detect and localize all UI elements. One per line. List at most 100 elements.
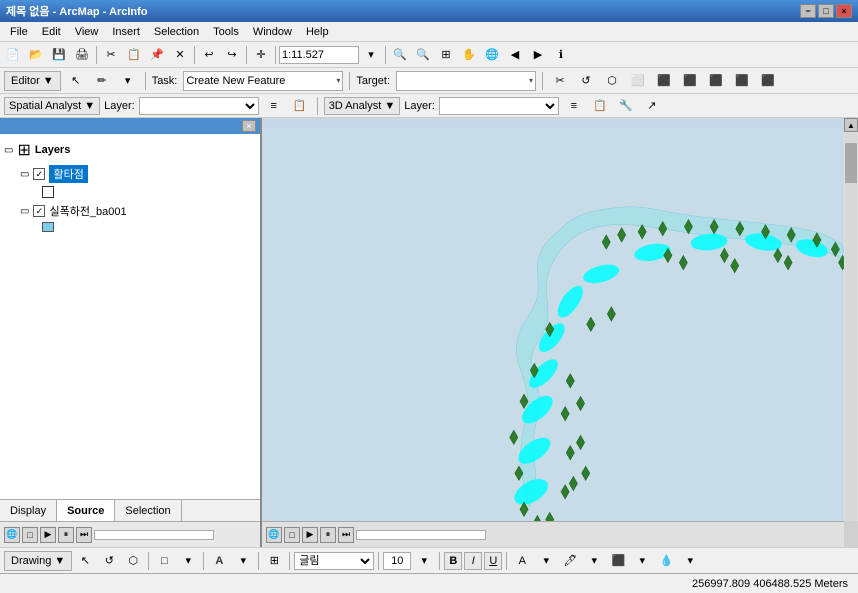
3d-analyst-btn2[interactable]: 📋 (589, 95, 611, 117)
scale-dropdown[interactable]: ▾ (360, 44, 382, 66)
spatial-analyst-button[interactable]: Spatial Analyst ▼ (4, 97, 100, 115)
edit-tool-dropdown[interactable]: ▾ (117, 70, 139, 92)
play-btn[interactable]: ▶ (40, 527, 56, 543)
task-dropdown[interactable]: Create New Feature ▾ (183, 71, 343, 91)
scroll-up-btn[interactable]: ▲ (844, 118, 858, 132)
copy-button[interactable]: 📋 (123, 44, 145, 66)
layer1-collapse-icon[interactable]: ▭ (20, 169, 29, 180)
undo-button[interactable]: ↩ (198, 44, 220, 66)
menu-edit[interactable]: Edit (36, 25, 67, 39)
play-nav-btn[interactable]: ▶ (302, 527, 318, 543)
globe-nav-btn[interactable]: 🌐 (266, 527, 282, 543)
globe-mini-btn[interactable]: 🌐 (4, 527, 20, 543)
layers-collapse-icon[interactable]: ▭ (4, 145, 13, 156)
toc-tab-selection[interactable]: Selection (115, 500, 181, 521)
target-dropdown[interactable]: ▾ (396, 71, 536, 91)
3d-analyst-btn1[interactable]: ≡ (563, 95, 585, 117)
menu-selection[interactable]: Selection (148, 25, 205, 39)
edit-btn4[interactable]: ⬜ (627, 70, 649, 92)
font-color-btn[interactable]: A (511, 550, 533, 572)
rect-draw-arrow[interactable]: ▾ (177, 550, 199, 572)
print-button[interactable]: 🖨 (71, 44, 93, 66)
zoom-out-button[interactable]: 🔍 (412, 44, 434, 66)
layer1-name[interactable]: 활타점 (49, 165, 87, 183)
pan-button[interactable]: ✛ (250, 44, 272, 66)
drawing-dropdown-button[interactable]: Drawing ▼ (4, 551, 72, 571)
fill-arrow[interactable]: ▾ (679, 550, 701, 572)
edit-btn5[interactable]: ⬛ (653, 70, 675, 92)
fill-btn[interactable]: 💧 (655, 550, 677, 572)
map-canvas[interactable] (262, 118, 858, 547)
spatial-analyst-btn1[interactable]: ≡ (263, 95, 285, 117)
layer2-collapse-icon[interactable]: ▭ (20, 206, 29, 217)
save-button[interactable]: 💾 (48, 44, 70, 66)
3d-analyst-layer-select[interactable] (439, 97, 559, 115)
highlight-btn[interactable]: 🖊 (559, 550, 581, 572)
maximize-button[interactable]: □ (818, 4, 834, 18)
toc-tab-display[interactable]: Display (0, 500, 57, 521)
draw-extra-btn[interactable]: ⊞ (263, 550, 285, 572)
scale-input[interactable]: 1:11.527 (279, 46, 359, 64)
menu-insert[interactable]: Insert (106, 25, 146, 39)
paste-button[interactable]: 📌 (146, 44, 168, 66)
identify-button[interactable]: ℹ (550, 44, 572, 66)
menu-window[interactable]: Window (247, 25, 298, 39)
rotate-tool[interactable]: ↺ (98, 550, 120, 572)
font-color-arrow[interactable]: ▾ (232, 550, 254, 572)
line-color-btn[interactable]: ⬛ (607, 550, 629, 572)
full-extent-button[interactable]: ⊞ (435, 44, 457, 66)
cut-button[interactable]: ✂ (100, 44, 122, 66)
spatial-analyst-btn2[interactable]: 📋 (289, 95, 311, 117)
layer2-checkbox[interactable]: ✓ (33, 205, 45, 217)
menu-file[interactable]: File (4, 25, 34, 39)
select-tool[interactable]: ↖ (74, 550, 96, 572)
scroll-track[interactable] (845, 133, 857, 532)
edit-btn2[interactable]: ↺ (575, 70, 597, 92)
globe-button[interactable]: 🌐 (481, 44, 503, 66)
redo-button[interactable]: ↪ (221, 44, 243, 66)
font-size-input[interactable] (383, 552, 411, 570)
open-button[interactable]: 📂 (25, 44, 47, 66)
rect-draw-tool[interactable]: □ (153, 550, 175, 572)
spatial-analyst-layer-select[interactable] (139, 97, 259, 115)
line-color-arrow[interactable]: ▾ (631, 550, 653, 572)
font-color-a[interactable]: A (208, 550, 230, 572)
delete-button[interactable]: ✕ (169, 44, 191, 66)
layer1-checkbox[interactable]: ✓ (33, 168, 45, 180)
edit-btn8[interactable]: ⬛ (731, 70, 753, 92)
edit-btn9[interactable]: ⬛ (757, 70, 779, 92)
font-name-select[interactable]: 글림 (294, 552, 374, 570)
forward-button[interactable]: ▶ (527, 44, 549, 66)
end-nav-btn[interactable]: ⏭ (338, 527, 354, 543)
edit-btn1[interactable]: ✂ (549, 70, 571, 92)
pause-nav-btn[interactable]: ⏸ (320, 527, 336, 543)
highlight-arrow[interactable]: ▾ (583, 550, 605, 572)
toc-close-button[interactable]: × (242, 120, 256, 132)
layer2-name[interactable]: 실폭하전_ba001 (49, 203, 126, 219)
3d-analyst-btn4[interactable]: ↗ (641, 95, 663, 117)
italic-button[interactable]: I (464, 552, 482, 570)
edit-btn6[interactable]: ⬛ (679, 70, 701, 92)
menu-help[interactable]: Help (300, 25, 335, 39)
move-tool[interactable]: ⬡ (122, 550, 144, 572)
editor-dropdown-button[interactable]: Editor ▼ (4, 71, 61, 91)
map-area[interactable]: ▲ ▼ 🌐 □ ▶ ⏸ ⏭ (262, 118, 858, 547)
back-button[interactable]: ◀ (504, 44, 526, 66)
menu-view[interactable]: View (69, 25, 105, 39)
pause-btn[interactable]: ⏸ (58, 527, 74, 543)
pencil-tool[interactable]: ✏ (91, 70, 113, 92)
pointer-tool[interactable]: ↖ (65, 70, 87, 92)
edit-btn3[interactable]: ⬡ (601, 70, 623, 92)
underline-button[interactable]: U (484, 552, 502, 570)
menu-tools[interactable]: Tools (207, 25, 245, 39)
font-size-arrow[interactable]: ▾ (413, 550, 435, 572)
scroll-thumb[interactable] (845, 143, 857, 183)
new-button[interactable]: 📄 (2, 44, 24, 66)
minimize-button[interactable]: − (800, 4, 816, 18)
bold-button[interactable]: B (444, 552, 462, 570)
zoom-in-button[interactable]: 🔍 (389, 44, 411, 66)
toc-tab-source[interactable]: Source (57, 500, 115, 521)
rect-mini-btn[interactable]: □ (22, 527, 38, 543)
3d-analyst-btn3[interactable]: 🔧 (615, 95, 637, 117)
skip-btn[interactable]: ⏭ (76, 527, 92, 543)
